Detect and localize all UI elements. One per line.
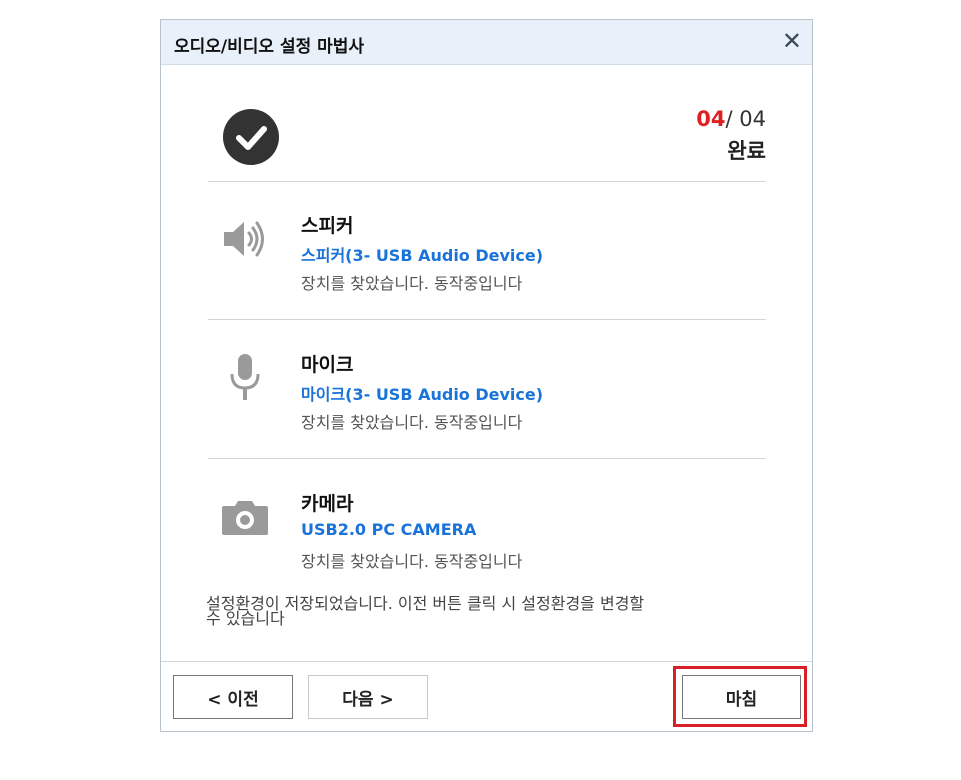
note-line-1: 설정환경이 저장되었습니다. 이전 버튼 클릭 시 설정환경을 변경할	[206, 594, 645, 613]
device-state: 장치를 찾았습니다. 동작중입니다	[301, 413, 523, 432]
divider	[208, 319, 766, 320]
footer-divider	[161, 661, 812, 662]
step-current: 04	[696, 107, 726, 131]
note-line-2: 수 있습니다	[206, 609, 285, 628]
finish-button-highlight	[673, 666, 807, 727]
device-model: 스피커(3- USB Audio Device)	[301, 246, 544, 265]
device-state: 장치를 찾았습니다. 동작중입니다	[301, 274, 523, 293]
device-model: 마이크(3- USB Audio Device)	[301, 385, 544, 404]
device-camera: 카메라 USB2.0 PC CAMERA 장치를 찾았습니다. 동작중입니다	[208, 481, 766, 591]
device-state: 장치를 찾았습니다. 동작중입니다	[301, 552, 523, 571]
microphone-icon	[220, 352, 272, 404]
settings-saved-note: 설정환경이 저장되었습니다. 이전 버튼 클릭 시 설정환경을 변경할 수 있습…	[206, 594, 766, 628]
speaker-icon	[220, 213, 272, 265]
device-name: 스피커	[301, 215, 354, 237]
device-name: 카메라	[301, 493, 354, 515]
step-indicator: 04/ 04	[696, 107, 766, 131]
dialog-titlebar: 오디오/비디오 설정 마법사 ✕	[161, 20, 812, 65]
device-microphone: 마이크 마이크(3- USB Audio Device) 장치를 찾았습니다. …	[208, 342, 766, 452]
close-icon[interactable]: ✕	[782, 26, 802, 56]
divider	[208, 181, 766, 182]
dialog-title: 오디오/비디오 설정 마법사	[174, 37, 365, 57]
check-complete-icon	[223, 109, 279, 165]
next-button[interactable]: 다음 >	[308, 675, 428, 719]
av-setup-wizard-dialog: 오디오/비디오 설정 마법사 ✕ 04/ 04 완료 스피커 스피커(3- US…	[160, 19, 813, 732]
camera-icon	[220, 491, 272, 543]
device-name: 마이크	[301, 354, 354, 376]
divider	[208, 458, 766, 459]
prev-button[interactable]: < 이전	[173, 675, 293, 719]
step-status: 완료	[727, 139, 766, 163]
device-model: USB2.0 PC CAMERA	[301, 520, 477, 539]
device-speaker: 스피커 스피커(3- USB Audio Device) 장치를 찾았습니다. …	[208, 203, 766, 313]
step-total: / 04	[725, 107, 766, 131]
